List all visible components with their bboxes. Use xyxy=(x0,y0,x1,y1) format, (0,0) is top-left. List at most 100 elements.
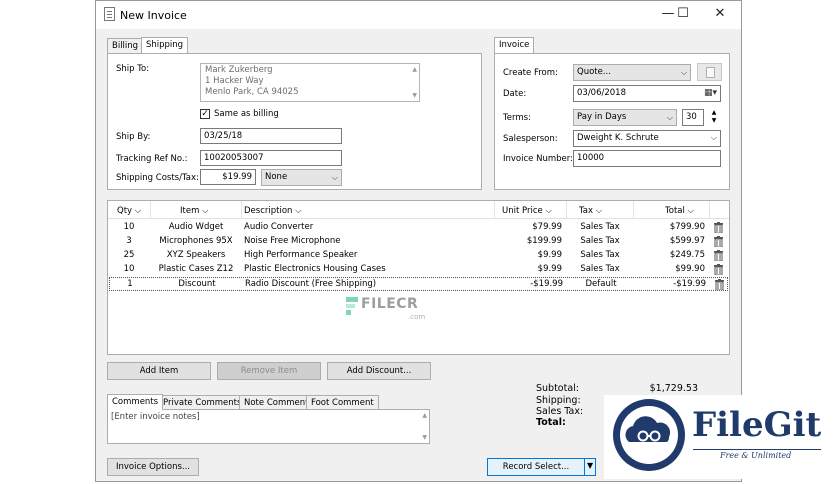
column-header-total[interactable]: Total ⌵ xyxy=(665,204,694,218)
caret-down-icon[interactable]: ▼ xyxy=(587,461,593,470)
same-as-billing-checkbox[interactable]: ✓ xyxy=(200,109,210,119)
description-cell: High Performance Speaker xyxy=(244,250,358,260)
same-as-billing-label: Same as billing xyxy=(214,109,279,119)
notes-placeholder: [Enter invoice notes] xyxy=(111,412,200,422)
scroll-down-icon[interactable]: ▼ xyxy=(412,92,417,99)
tab-invoice[interactable]: Invoice xyxy=(494,37,535,53)
item-cell: Audio Wdget xyxy=(168,222,224,232)
record-select-split-button[interactable]: Record Select... ▼ xyxy=(487,458,596,476)
tab-shipping[interactable]: Shipping xyxy=(141,37,189,53)
shipping-tax-select[interactable]: None ⌵ xyxy=(261,169,342,186)
scroll-down-icon[interactable]: ▼ xyxy=(422,434,427,441)
filecr-sub: .com xyxy=(408,313,426,321)
remove-item-button[interactable]: Remove Item xyxy=(217,362,321,380)
filegit-badge: FileGit Free & Unlimited xyxy=(604,395,832,479)
days-spinner[interactable]: ▲ ▼ xyxy=(707,109,721,126)
tax-cell: Sales Tax xyxy=(580,250,620,260)
ship-to-address[interactable]: Mark Zukerberg 1 Hacker Way Menlo Park, … xyxy=(200,63,420,102)
create-from-value: Quote... xyxy=(577,67,611,77)
notes-textarea[interactable]: [Enter invoice notes] ▲ ▼ xyxy=(107,409,430,444)
document-icon xyxy=(706,67,715,78)
shipping-panel: Ship To: Mark Zukerberg 1 Hacker Way Men… xyxy=(107,53,482,190)
tab-note-comment[interactable]: Note Comment xyxy=(239,395,314,410)
ship-by-field[interactable]: 03/25/18 xyxy=(200,128,342,144)
invoice-number-label: Invoice Number: xyxy=(503,154,573,164)
unit-price-cell: $9.99 xyxy=(537,264,562,274)
create-from-select[interactable]: Quote... ⌵ xyxy=(573,64,691,81)
terms-label: Terms: xyxy=(503,113,531,123)
unit-price-cell: $9.99 xyxy=(537,250,562,260)
tab-billing[interactable]: Billing xyxy=(107,38,144,53)
date-label: Date: xyxy=(503,89,527,99)
table-row-selected[interactable]: 1 Discount Radio Discount (Free Shipping… xyxy=(109,277,728,291)
trash-icon[interactable] xyxy=(714,264,723,275)
salesperson-label: Salesperson: xyxy=(503,134,558,144)
column-header-unit-price[interactable]: Unit Price ⌵ xyxy=(502,204,552,218)
unit-price-cell: -$19.99 xyxy=(530,279,563,289)
qty-cell: 3 xyxy=(126,236,132,246)
subtotal-label: Subtotal: xyxy=(536,383,580,394)
line-items-grid[interactable]: Qty ⌵ Item ⌵ Description ⌵ Unit Price ⌵ … xyxy=(107,200,730,355)
tax-cell: Sales Tax xyxy=(580,236,620,246)
maximize-button[interactable]: ☐ xyxy=(666,3,700,25)
date-field[interactable]: 03/06/2018 ▦▾ xyxy=(573,85,721,102)
invoice-options-button[interactable]: Invoice Options... xyxy=(107,458,199,476)
scroll-up-icon[interactable]: ▲ xyxy=(412,66,417,73)
filecr-logo-icon xyxy=(346,297,358,315)
filecr-text: FILECR xyxy=(361,296,419,312)
tab-private-comments[interactable]: Private Comments xyxy=(158,395,247,410)
record-select-label[interactable]: Record Select... xyxy=(488,461,584,474)
trash-icon[interactable] xyxy=(714,250,723,261)
tax-cell: Sales Tax xyxy=(580,264,620,274)
description-cell: Noise Free Microphone xyxy=(244,236,341,246)
chevron-down-icon: ⌵ xyxy=(710,133,717,142)
window-title: New Invoice xyxy=(120,9,187,22)
filegit-logo-icon xyxy=(613,399,685,471)
tab-comments[interactable]: Comments xyxy=(107,394,164,410)
close-button[interactable]: ✕ xyxy=(703,3,737,25)
shipping-costs-field[interactable]: $19.99 xyxy=(200,169,256,185)
qty-cell: 10 xyxy=(123,222,135,232)
column-header-qty[interactable]: Qty ⌵ xyxy=(117,204,141,218)
calendar-icon[interactable]: ▦▾ xyxy=(704,86,717,100)
item-cell: Discount xyxy=(178,279,216,289)
item-cell: Microphones 95X xyxy=(159,236,233,246)
terms-days-field[interactable]: 30 xyxy=(682,109,704,126)
trash-icon[interactable] xyxy=(714,222,723,233)
qty-cell: 1 xyxy=(127,279,133,289)
date-value: 03/06/2018 xyxy=(577,88,626,98)
add-item-button[interactable]: Add Item xyxy=(107,362,211,380)
grid-header: Qty ⌵ Item ⌵ Description ⌵ Unit Price ⌵ … xyxy=(108,201,729,219)
qty-cell: 25 xyxy=(123,250,135,260)
chevron-down-icon: ⌵ xyxy=(331,173,338,182)
column-header-tax[interactable]: Tax ⌵ xyxy=(579,204,602,218)
table-row[interactable]: 10 Audio Wdget Audio Converter $79.99 Sa… xyxy=(108,221,729,235)
unit-price-cell: $79.99 xyxy=(532,222,562,232)
total-cell: $249.75 xyxy=(669,250,705,260)
invoice-number-field[interactable]: 10000 xyxy=(573,150,721,167)
add-discount-button[interactable]: Add Discount... xyxy=(327,362,431,380)
spin-down-icon[interactable]: ▼ xyxy=(707,117,721,125)
filegit-name: FileGit xyxy=(692,405,822,445)
terms-select[interactable]: Pay in Days ⌵ xyxy=(573,109,677,126)
description-cell: Plastic Electronics Housing Cases xyxy=(244,264,386,274)
open-document-button[interactable] xyxy=(697,63,722,81)
ship-by-label: Ship By: xyxy=(116,132,151,142)
salesperson-select[interactable]: Dweight K. Schrute ⌵ xyxy=(573,130,721,147)
total-cell: $99.90 xyxy=(675,264,705,274)
filegit-tagline: Free & Unlimited xyxy=(720,451,792,460)
item-cell: Plastic Cases Z12 xyxy=(158,264,234,274)
scroll-up-icon[interactable]: ▲ xyxy=(422,412,427,419)
spin-up-icon[interactable]: ▲ xyxy=(707,109,721,117)
document-icon xyxy=(104,7,115,21)
column-header-description[interactable]: Description ⌵ xyxy=(244,204,302,218)
column-header-item[interactable]: Item ⌵ xyxy=(180,204,209,218)
total-label: Total: xyxy=(536,417,566,428)
table-row[interactable]: 25 XYZ Speakers High Performance Speaker… xyxy=(108,249,729,263)
trash-icon[interactable] xyxy=(715,279,724,290)
trash-icon[interactable] xyxy=(714,236,723,247)
tab-foot-comment[interactable]: Foot Comment xyxy=(306,395,379,410)
tracking-field[interactable]: 10020053007 xyxy=(200,150,342,166)
table-row[interactable]: 3 Microphones 95X Noise Free Microphone … xyxy=(108,235,729,249)
table-row[interactable]: 10 Plastic Cases Z12 Plastic Electronics… xyxy=(108,263,729,277)
